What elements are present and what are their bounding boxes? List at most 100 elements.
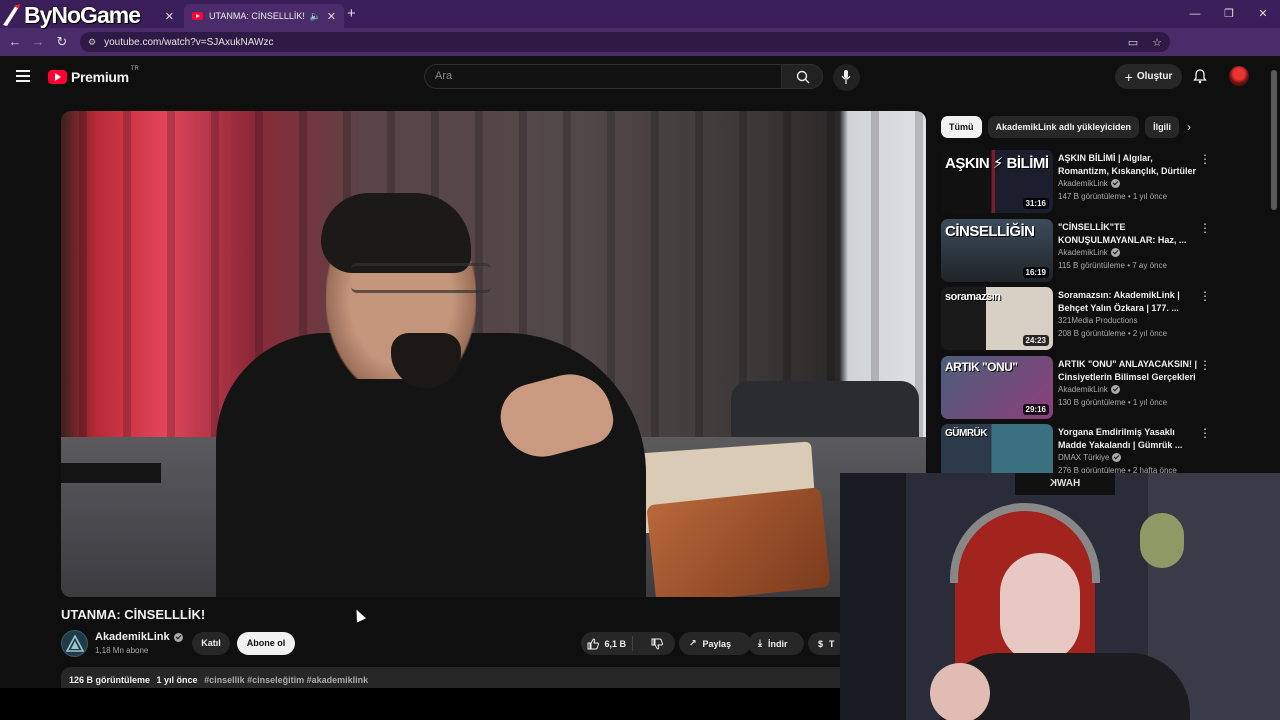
video-title[interactable]: AŞKIN BİLİMİ | Algılar, Romantizm, Kıska… bbox=[1058, 152, 1198, 178]
channel-name[interactable]: 321Media Productions bbox=[1058, 316, 1138, 325]
video-meta: 147 B görüntüleme • 1 yıl önce bbox=[1058, 192, 1168, 201]
close-window-icon[interactable]: ✕ bbox=[1246, 0, 1280, 28]
cast-icon[interactable]: ▭ bbox=[1128, 36, 1138, 49]
new-tab-icon[interactable]: + bbox=[347, 5, 356, 22]
dislike-button[interactable] bbox=[639, 638, 675, 650]
channel-name-text: AkademikLink bbox=[1058, 385, 1108, 394]
create-label: Oluştur bbox=[1136, 71, 1173, 82]
video-title[interactable]: Yorgana Emdirilmiş Yasaklı Madde Yakalan… bbox=[1058, 426, 1198, 452]
chip-all[interactable]: Tümü bbox=[941, 116, 982, 138]
channel-name-text: 321Media Productions bbox=[1058, 316, 1138, 325]
window-controls: — ❐ ✕ bbox=[1178, 0, 1280, 28]
thumbnail-text: soramazsın bbox=[945, 291, 1001, 303]
verified-icon bbox=[1110, 179, 1120, 188]
minimize-icon[interactable]: — bbox=[1178, 0, 1212, 28]
stream-logo-text: ByNoGame bbox=[24, 1, 141, 28]
video-thumbnail[interactable]: CİNSELLİĞİN 16:19 bbox=[941, 219, 1053, 282]
create-button[interactable]: + Oluştur bbox=[1115, 64, 1182, 89]
microphone-icon bbox=[841, 70, 851, 84]
speaker-icon[interactable]: 🔈 bbox=[310, 11, 321, 22]
more-options-icon[interactable]: ⋮ bbox=[1199, 289, 1211, 303]
channel-name-text: DMAX Türkiye bbox=[1058, 453, 1110, 462]
video-thumbnail[interactable]: soramazsın 24:23 bbox=[941, 287, 1053, 350]
list-item[interactable]: CİNSELLİĞİN 16:19 "CİNSELLİK"TE KONUŞULM… bbox=[941, 219, 1261, 283]
duration-badge: 31:16 bbox=[1022, 198, 1049, 209]
page-scrollbar[interactable] bbox=[1271, 70, 1277, 210]
video-title[interactable]: Soramazsın: AkademikLink | Behçet Yalın … bbox=[1058, 289, 1198, 315]
restore-icon[interactable]: ❐ bbox=[1212, 0, 1246, 28]
mouse-cursor-icon bbox=[351, 607, 367, 623]
channel-name[interactable]: AkademikLink bbox=[1058, 179, 1120, 188]
notifications-bell-icon[interactable] bbox=[1193, 69, 1207, 89]
view-count: 126 B görüntüleme bbox=[69, 675, 151, 685]
video-player[interactable] bbox=[61, 111, 926, 597]
search-button[interactable] bbox=[781, 64, 823, 89]
youtube-premium-logo[interactable]: Premium TR bbox=[48, 66, 139, 85]
close-icon[interactable]: ✕ bbox=[327, 10, 336, 23]
stream-logo-overlay: ByNoGame bbox=[0, 1, 141, 28]
hashtags[interactable]: #cinsellik #cinseleğitim #akademiklink bbox=[204, 675, 368, 685]
chevron-right-icon[interactable]: › bbox=[1187, 120, 1191, 134]
thanks-label: T bbox=[829, 638, 835, 649]
channel-avatar[interactable] bbox=[61, 630, 88, 657]
back-icon[interactable]: ← bbox=[3, 34, 27, 49]
thumbnail-text: CİNSELLİĞİN bbox=[945, 223, 1035, 240]
share-button[interactable]: ↗ Paylaş bbox=[679, 632, 751, 655]
user-avatar[interactable] bbox=[1229, 66, 1249, 86]
video-thumbnail[interactable]: ARTIK "ONU" 29:16 bbox=[941, 356, 1053, 419]
country-code: TR bbox=[130, 66, 139, 72]
webcam-poster: HAWK bbox=[1015, 473, 1115, 495]
channel-name[interactable]: AkademikLink bbox=[95, 631, 183, 643]
duration-badge: 16:19 bbox=[1022, 267, 1049, 278]
list-item[interactable]: AŞKIN ⚡ BİLİMİ 31:16 AŞKIN BİLİMİ | Algı… bbox=[941, 150, 1261, 214]
chip-from-uploader[interactable]: AkademikLink adlı yükleyiciden bbox=[987, 116, 1140, 138]
headset-icon bbox=[950, 503, 1100, 583]
site-info-icon[interactable]: ⚙ bbox=[88, 37, 96, 48]
screen: ByNoGame CİN... ✕ UTANMA: CİNSELLLİK! - … bbox=[0, 0, 1280, 720]
subscribe-button[interactable]: Abone ol bbox=[237, 632, 295, 655]
download-button[interactable]: ⤓ İndir bbox=[748, 632, 804, 655]
omnibox-actions: ▭ ☆ bbox=[1128, 36, 1162, 49]
channel-name-text: AkademikLink bbox=[1058, 179, 1108, 188]
thanks-icon: $ bbox=[818, 638, 824, 649]
video-thumbnail[interactable]: AŞKIN ⚡ BİLİMİ 31:16 bbox=[941, 150, 1053, 213]
more-options-icon[interactable]: ⋮ bbox=[1199, 152, 1211, 166]
filter-chips: Tümü AkademikLink adlı yükleyiciden İlgi… bbox=[941, 116, 1180, 138]
video-title[interactable]: "CİNSELLİK"TE KONUŞULMAYANLAR: Haz, ... bbox=[1058, 221, 1198, 247]
address-bar[interactable]: ⚙ youtube.com/watch?v=SJAxukNAWzc ▭ ☆ bbox=[80, 32, 1170, 52]
browser-toolbar: ← → ↻ ⚙ youtube.com/watch?v=SJAxukNAWzc … bbox=[0, 28, 1280, 76]
plus-icon: + bbox=[1124, 68, 1133, 85]
browser-tab-bar: ByNoGame CİN... ✕ UTANMA: CİNSELLLİK! - … bbox=[0, 0, 1280, 28]
reload-icon[interactable]: ↻ bbox=[50, 34, 74, 50]
tab-title: UTANMA: CİNSELLLİK! - YouTube bbox=[209, 11, 306, 21]
video-meta: 115 B görüntüleme • 7 ay önce bbox=[1058, 261, 1167, 270]
channel-name[interactable]: AkademikLink bbox=[1058, 248, 1120, 257]
video-title[interactable]: ARTIK "ONU" ANLAYACAKSIN! | Cinsiyetleri… bbox=[1058, 358, 1198, 384]
youtube-header: Premium TR Ara + Oluştur bbox=[0, 56, 1280, 98]
verified-icon bbox=[1112, 453, 1122, 462]
chip-related[interactable]: İlgili bbox=[1145, 116, 1180, 138]
share-icon: ↗ bbox=[689, 638, 697, 648]
close-icon[interactable]: ✕ bbox=[165, 10, 174, 23]
join-button[interactable]: Katıl bbox=[192, 632, 230, 655]
voice-search-button[interactable] bbox=[833, 64, 860, 91]
bookmark-star-icon[interactable]: ☆ bbox=[1152, 36, 1162, 49]
channel-name[interactable]: AkademikLink bbox=[1058, 385, 1120, 394]
duration-badge: 24:23 bbox=[1022, 335, 1049, 346]
quill-icon bbox=[0, 3, 22, 27]
thumbnail-text: GÜMRÜK bbox=[945, 428, 988, 439]
channel-name[interactable]: DMAX Türkiye bbox=[1058, 453, 1122, 462]
menu-icon[interactable] bbox=[16, 70, 30, 82]
like-button[interactable]: 6,1 B bbox=[581, 636, 633, 651]
forward-icon[interactable]: → bbox=[26, 34, 50, 49]
more-options-icon[interactable]: ⋮ bbox=[1199, 358, 1211, 372]
more-options-icon[interactable]: ⋮ bbox=[1199, 221, 1211, 235]
search-input[interactable]: Ara bbox=[424, 64, 781, 89]
list-item[interactable]: ARTIK "ONU" 29:16 ARTIK "ONU" ANLAYACAKS… bbox=[941, 356, 1261, 420]
list-item[interactable]: soramazsın 24:23 Soramazsın: AkademikLin… bbox=[941, 287, 1261, 351]
more-options-icon[interactable]: ⋮ bbox=[1199, 426, 1211, 440]
like-count: 6,1 B bbox=[604, 638, 627, 649]
duration-badge: 29:16 bbox=[1022, 404, 1049, 415]
browser-tab-youtube[interactable]: UTANMA: CİNSELLLİK! - YouTube 🔈 ✕ bbox=[184, 4, 344, 28]
download-icon: ⤓ bbox=[758, 638, 762, 648]
